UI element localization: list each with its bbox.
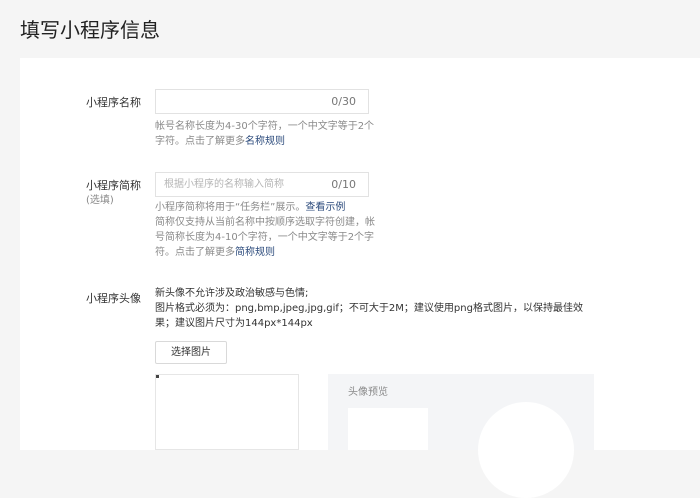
short-name-label: 小程序简称 [86,179,141,192]
avatar-desc-1: 新头像不允许涉及政治敏感与色情; [155,288,309,299]
short-name-placeholder: 根据小程序的名称输入简称 [164,179,284,190]
name-counter: 0/30 [331,95,356,108]
form-card: 小程序名称 0/30 帐号名称长度为4-30个字符，一个中文字等于2个字符。点击… [20,58,700,498]
name-rules-link[interactable]: 名称规则 [245,136,285,147]
short-name-counter: 0/10 [331,178,356,191]
short-name-optional: (选填) [86,195,114,206]
short-name-input[interactable]: 根据小程序的名称输入简称 0/10 [155,172,369,197]
avatar-preview-title: 头像预览 [348,387,388,398]
avatar-label: 小程序头像 [86,292,141,305]
upload-marker [156,375,159,378]
view-example-link[interactable]: 查看示例 [305,202,345,213]
name-label: 小程序名称 [86,96,141,109]
select-image-button[interactable]: 选择图片 [155,341,227,364]
preview-circle [478,402,574,498]
preview-square [348,408,428,450]
name-hint: 帐号名称长度为4-30个字符，一个中文字等于2个字符。点击了解更多名称规则 [155,119,375,149]
avatar-preview: 头像预览 [328,374,594,498]
short-name-hint-text-1: 小程序简称将用于“任务栏”展示。 [155,202,306,213]
short-name-label-group: 小程序简称 (选填) [86,178,166,208]
avatar-upload-area[interactable] [155,374,299,450]
avatar-description: 新头像不允许涉及政治敏感与色情; 图片格式必须为：png,bmp,jpeg,jp… [155,286,595,331]
avatar-desc-2: 图片格式必须为：png,bmp,jpeg,jpg,gif；不可大于2M；建议使用… [155,303,583,329]
page-title: 填写小程序信息 [20,18,160,42]
name-input[interactable]: 0/30 [155,89,369,114]
short-name-hint: 小程序简称将用于“任务栏”展示。查看示例 简称仅支持从当前名称中按顺序选取字符创… [155,200,375,260]
short-name-rules-link[interactable]: 简称规则 [235,247,275,258]
